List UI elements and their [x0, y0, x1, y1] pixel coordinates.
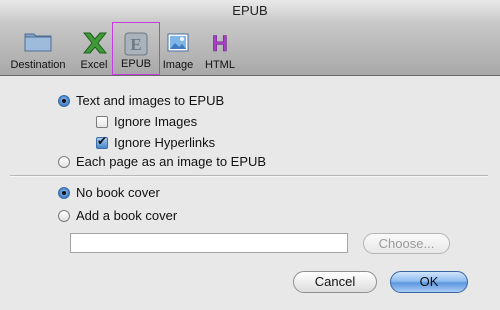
cancel-button[interactable]: Cancel	[293, 271, 377, 293]
excel-icon	[81, 30, 108, 59]
option-text-and-images-label: Text and images to EPUB	[76, 93, 225, 108]
option-ignore-images-label: Ignore Images	[114, 114, 198, 129]
window-title: EPUB	[0, 0, 500, 22]
radio-no-book-cover[interactable]	[58, 186, 70, 199]
toolbar-item-epub[interactable]: E EPUB	[112, 22, 160, 75]
toolbar-label-image: Image	[162, 59, 194, 71]
toolbar-item-image[interactable]: Image	[160, 22, 196, 75]
radio-page-as-image[interactable]	[58, 155, 70, 168]
radio-text-and-images[interactable]	[58, 94, 70, 107]
option-ignore-hyperlinks[interactable]: Ignore Hyperlinks	[96, 134, 216, 150]
ok-button[interactable]: OK	[390, 271, 468, 293]
checkbox-ignore-images[interactable]	[96, 115, 108, 128]
option-ignore-images[interactable]: Ignore Images	[96, 114, 197, 129]
choose-button[interactable]: Choose...	[363, 233, 450, 254]
image-icon	[165, 30, 191, 59]
option-no-book-cover[interactable]: No book cover	[58, 185, 160, 200]
toolbar-label-destination: Destination	[10, 59, 66, 71]
toolbar-item-excel[interactable]: Excel	[74, 22, 114, 75]
option-text-and-images[interactable]: Text and images to EPUB	[58, 93, 224, 108]
folder-icon	[24, 30, 52, 55]
toolbar-item-destination[interactable]: Destination	[6, 22, 70, 75]
epub-icon: E	[123, 31, 149, 60]
toolbar-label-html: HTML	[205, 59, 235, 71]
book-cover-path-field[interactable]	[70, 233, 348, 253]
epub-options-panel: Text and images to EPUB Ignore Images Ig…	[0, 76, 500, 310]
toolbar-label-epub: EPUB	[121, 58, 151, 70]
section-divider	[10, 175, 488, 177]
epub-dialog: EPUB Destination Excel E EPUB Image H HT…	[0, 0, 500, 310]
html-icon: H	[207, 30, 233, 59]
option-add-book-cover-label: Add a book cover	[76, 208, 178, 223]
toolbar-item-html[interactable]: H HTML	[200, 22, 240, 75]
option-no-book-cover-label: No book cover	[76, 185, 160, 200]
svg-text:H: H	[212, 31, 228, 56]
toolbar: Destination Excel E EPUB Image H HTML	[0, 22, 500, 76]
option-ignore-hyperlinks-label: Ignore Hyperlinks	[114, 135, 216, 150]
toolbar-label-excel: Excel	[80, 59, 108, 71]
checkbox-ignore-hyperlinks[interactable]	[96, 134, 108, 149]
svg-text:E: E	[130, 35, 141, 54]
option-page-as-image[interactable]: Each page as an image to EPUB	[58, 154, 266, 169]
radio-add-book-cover[interactable]	[58, 209, 70, 222]
option-page-as-image-label: Each page as an image to EPUB	[76, 154, 267, 169]
option-add-book-cover[interactable]: Add a book cover	[58, 208, 177, 223]
